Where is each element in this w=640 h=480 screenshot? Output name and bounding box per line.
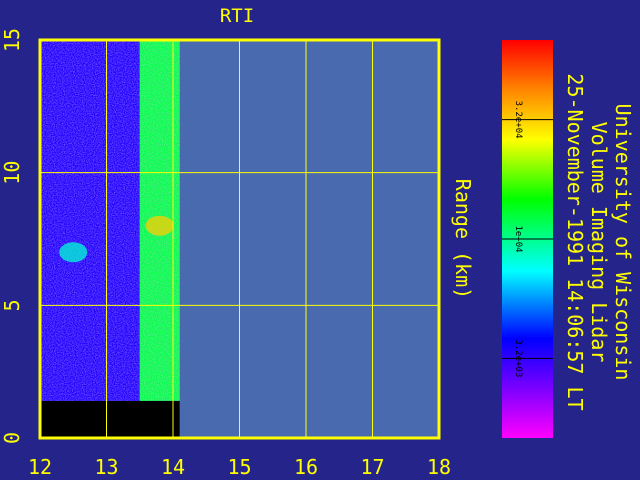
- backscatter-feature: [145, 215, 174, 236]
- y-axis-label: Range (km): [451, 179, 475, 299]
- x-tick-label: 14: [161, 455, 185, 479]
- x-tick-label: 16: [294, 455, 318, 479]
- y-tick-label: 15: [0, 28, 24, 52]
- rti-chart: RTI 12 13 14 15 16 17 18 0 5 10 15 Range (km) 3.2…: [0, 5, 635, 479]
- plot-area: [38, 38, 441, 440]
- x-tick-label: 12: [28, 455, 52, 479]
- y-tick-label: 5: [0, 299, 24, 311]
- x-axis-ticks: 12 13 14 15 16 17 18: [28, 455, 451, 479]
- x-tick-label: 13: [94, 455, 118, 479]
- instrument-label: Volume Imaging Lidar: [587, 122, 611, 363]
- colorbar-tick-label: 3.2e+03: [513, 339, 523, 377]
- y-axis-ticks: 0 5 10 15: [0, 28, 24, 444]
- colorbar: 3.2e+04 1e+04 3.2e+03: [502, 40, 553, 438]
- y-tick-label: 0: [0, 432, 24, 444]
- near-range-blank: [40, 400, 180, 438]
- backscatter-image: [40, 40, 180, 438]
- colorbar-tick-label: 3.2e+04: [513, 101, 523, 139]
- timestamp-label: 25-November-1991 14:06:57 LT: [563, 73, 587, 410]
- institution-label: University of Wisconsin: [611, 104, 635, 381]
- chart-title: RTI: [220, 5, 254, 27]
- x-tick-label: 15: [227, 455, 251, 479]
- colorbar-tick-label: 1e+04: [513, 225, 523, 252]
- y-tick-label: 10: [0, 161, 24, 185]
- backscatter-feature: [59, 242, 88, 263]
- x-tick-label: 17: [360, 455, 384, 479]
- x-tick-label: 18: [427, 455, 451, 479]
